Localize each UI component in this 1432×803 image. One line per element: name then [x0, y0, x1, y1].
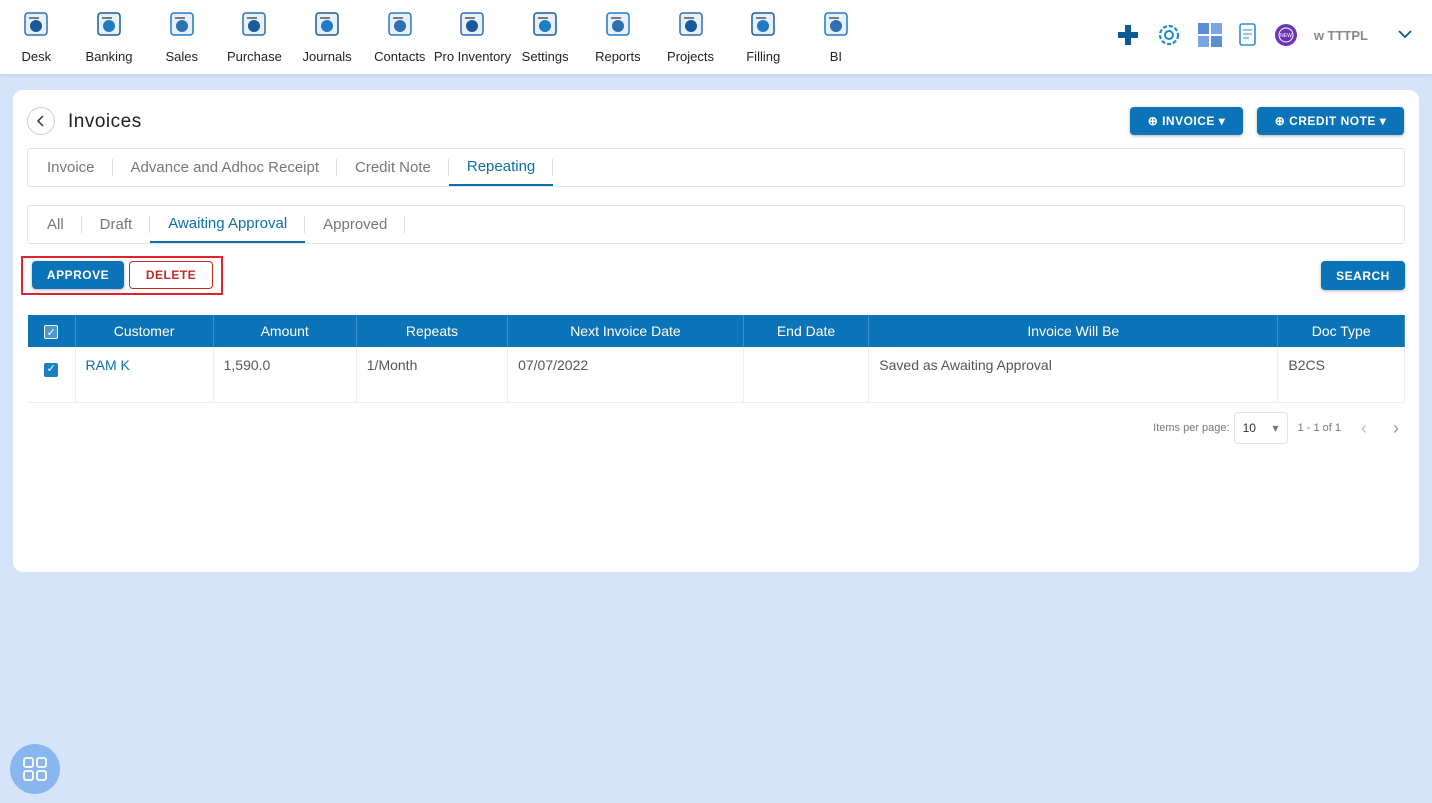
tab-invoice[interactable]: Invoice	[29, 149, 113, 186]
cell-amount: 1,590.0	[213, 347, 357, 403]
cell-doc-type: B2CS	[1277, 347, 1405, 403]
chevron-down-icon[interactable]	[1398, 26, 1412, 44]
projects-icon	[678, 12, 703, 36]
column-header: Customer	[75, 315, 214, 347]
main-nav: Desk Banking Sales Purchase Journals Contacts…	[0, 0, 872, 74]
nav-settings[interactable]: Settings	[509, 0, 582, 74]
prev-page-icon[interactable]: ‹	[1361, 418, 1367, 439]
sales-icon	[169, 12, 194, 36]
tab-draft[interactable]: Draft	[82, 206, 151, 243]
dropdown-arrow-icon: ▾	[1272, 421, 1279, 435]
tab-all[interactable]: All	[29, 206, 82, 243]
tab-awaiting-approval[interactable]: Awaiting Approval	[150, 206, 306, 243]
calculator-icon[interactable]	[1197, 23, 1222, 47]
column-header: Next Invoice Date	[507, 315, 744, 347]
select-all-header[interactable]: ✓	[28, 315, 76, 347]
delete-button[interactable]: DELETE	[129, 261, 213, 289]
cell-next-invoice-date: 07/07/2022	[507, 347, 744, 403]
next-page-icon[interactable]: ›	[1393, 418, 1399, 439]
row-checkbox[interactable]: ✓	[44, 362, 59, 377]
invoices-card: Invoices ⊕ INVOICE ▾ ⊕ CREDIT NOTE ▾ Inv…	[13, 90, 1419, 572]
tab-credit-note[interactable]: Credit Note	[337, 149, 449, 186]
tab-repeating[interactable]: Repeating	[448, 149, 554, 186]
column-header: End Date	[743, 315, 870, 347]
inventory-icon	[460, 12, 485, 36]
plus-icon[interactable]	[1116, 23, 1140, 47]
top-navbar: Desk Banking Sales Purchase Journals Contacts…	[0, 0, 1432, 74]
nav-label: Pro Inventory	[433, 49, 512, 64]
column-header: Doc Type	[1277, 315, 1405, 347]
page-range: 1 - 1 of 1	[1297, 422, 1341, 434]
bi-icon	[824, 12, 848, 36]
nav-banking[interactable]: Banking	[73, 0, 146, 74]
grid-icon	[23, 757, 47, 781]
select-all-checkbox[interactable]: ✓	[44, 325, 59, 340]
repeating-invoices-table: ✓ Customer Amount Repeats Next Invoice Date E…	[28, 315, 1405, 403]
bank-icon	[97, 12, 121, 36]
nav-label: Settings	[521, 49, 569, 64]
back-button[interactable]	[27, 107, 55, 135]
org-name[interactable]: w TTTPL	[1314, 28, 1368, 43]
column-header: Repeats	[356, 315, 509, 347]
nav-journals[interactable]: Journals	[291, 0, 364, 74]
filling-icon	[751, 12, 775, 36]
new-invoice-button[interactable]: ⊕ INVOICE ▾	[1130, 107, 1243, 135]
svg-text:NEW: NEW	[1280, 33, 1292, 39]
status-tabs: All Draft Awaiting Approval Approved	[27, 205, 1405, 244]
cell-invoice-will-be: Saved as Awaiting Approval	[868, 347, 1279, 403]
column-header: Amount	[213, 315, 357, 347]
page-title: Invoices	[68, 111, 142, 132]
approve-button[interactable]: APPROVE	[32, 261, 124, 289]
nav-label: BI	[829, 49, 843, 64]
tab-advance-and-adhoc-receipt[interactable]: Advance and Adhoc Receipt	[113, 149, 338, 186]
items-per-page-select[interactable]: 10 ▾	[1233, 412, 1288, 444]
cell-customer[interactable]: RAM K	[75, 347, 214, 403]
gear-icon[interactable]	[1156, 22, 1182, 48]
contacts-icon	[388, 12, 412, 36]
table-row[interactable]: ✓ RAM K 1,590.0 1/Month 07/07/2022 Saved as A…	[28, 347, 1405, 403]
nav-desk[interactable]: Desk	[0, 0, 73, 74]
nav-pro-inventory[interactable]: Pro Inventory	[433, 0, 512, 74]
new-badge-icon[interactable]: NEW	[1274, 23, 1298, 47]
nav-label: Sales	[165, 49, 198, 64]
nav-bi[interactable]: BI	[800, 0, 873, 74]
nav-label: Reports	[595, 49, 641, 64]
new-credit-note-button[interactable]: ⊕ CREDIT NOTE ▾	[1257, 107, 1404, 135]
nav-label: Contacts	[374, 49, 426, 64]
journals-icon	[315, 12, 339, 36]
cell-repeats: 1/Month	[356, 347, 509, 403]
nav-sales[interactable]: Sales	[145, 0, 218, 74]
nav-projects[interactable]: Projects	[654, 0, 727, 74]
nav-contacts[interactable]: Contacts	[363, 0, 436, 74]
nav-reports[interactable]: Reports	[582, 0, 655, 74]
documents-icon[interactable]	[1238, 23, 1258, 47]
cell-end-date	[743, 347, 870, 403]
nav-label: Projects	[667, 49, 715, 64]
search-button[interactable]: SEARCH	[1321, 261, 1405, 290]
items-per-page-label: Items per page:	[1153, 422, 1230, 434]
nav-purchase[interactable]: Purchase	[218, 0, 291, 74]
nav-label: Journals	[302, 49, 352, 64]
column-header: Invoice Will Be	[868, 315, 1279, 347]
reports-icon	[606, 12, 630, 36]
tab-approved[interactable]: Approved	[305, 206, 406, 243]
nav-label: Purchase	[226, 49, 282, 64]
settings-icon	[533, 12, 557, 36]
nav-label: Banking	[85, 49, 133, 64]
nav-label: Filling	[746, 49, 781, 64]
purchase-icon	[242, 12, 267, 36]
nav-label: Desk	[21, 49, 52, 64]
pagination: Items per page: 10 ▾ 1 - 1 of 1 ‹ ›	[1153, 412, 1399, 444]
desk-icon	[24, 12, 49, 36]
page-size-value: 10	[1242, 421, 1256, 435]
apps-grid-button[interactable]	[10, 744, 60, 794]
nav-filling[interactable]: Filling	[727, 0, 800, 74]
main-tabs: Invoice Advance and Adhoc Receipt Credit N…	[27, 148, 1405, 187]
